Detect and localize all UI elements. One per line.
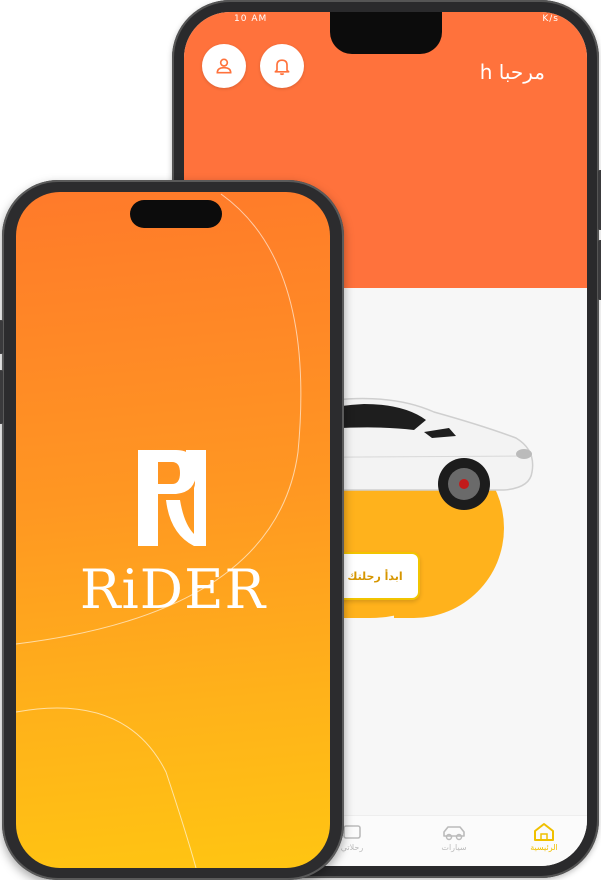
status-network-speed: K/s bbox=[542, 14, 559, 24]
rider-logo-icon bbox=[138, 450, 206, 546]
status-time: 10 AM bbox=[234, 14, 268, 24]
notifications-button[interactable] bbox=[260, 44, 304, 88]
splash-screen-phone: RiDER bbox=[0, 180, 344, 880]
phone-notch bbox=[330, 12, 442, 54]
home-icon bbox=[534, 823, 554, 841]
user-icon bbox=[216, 58, 232, 74]
car-icon bbox=[443, 826, 465, 841]
splash-screen: RiDER bbox=[16, 192, 330, 868]
phone-notch bbox=[130, 200, 222, 228]
brand-name: RiDER bbox=[79, 558, 267, 621]
side-button bbox=[0, 320, 3, 354]
profile-button[interactable] bbox=[202, 44, 246, 88]
nav-cars[interactable]: سيارات bbox=[429, 822, 479, 852]
side-button bbox=[0, 370, 3, 424]
nav-home-label: الرئيسية bbox=[530, 843, 558, 852]
greeting-text: مرحبا h bbox=[479, 60, 545, 84]
nav-home[interactable]: الرئيسية bbox=[519, 822, 569, 852]
bell-icon bbox=[274, 59, 290, 76]
nav-cars-label: سيارات bbox=[441, 843, 467, 852]
